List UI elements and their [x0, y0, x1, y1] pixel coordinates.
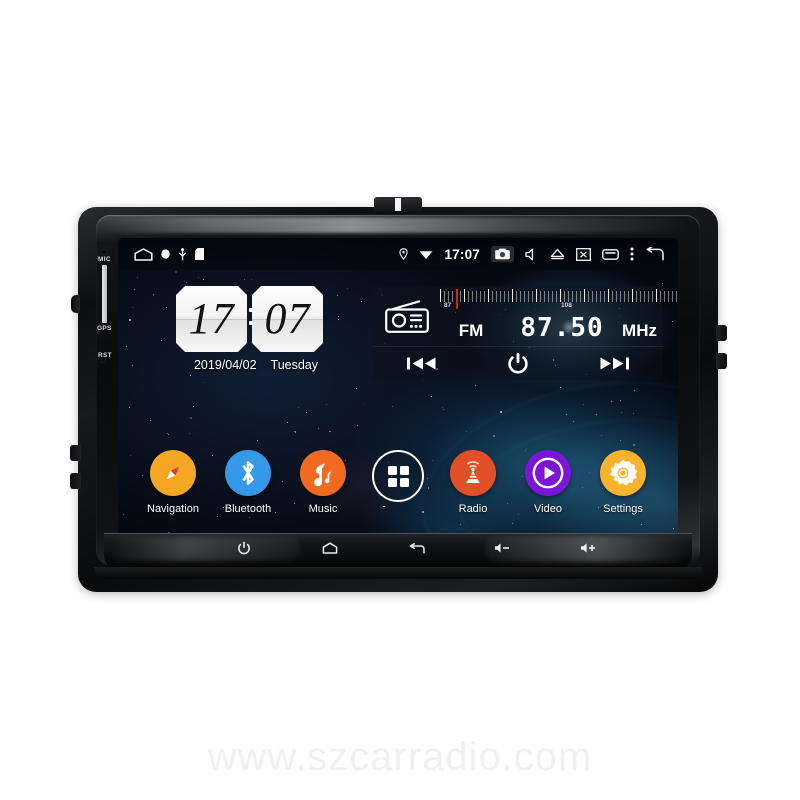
radio-controls [373, 346, 663, 380]
app-label: Video [534, 503, 562, 515]
music-note-icon[interactable] [300, 450, 346, 496]
volume-up-button[interactable] [579, 539, 597, 557]
status-bar-clock: 17:07 [444, 246, 480, 262]
status-bar-right-group: 17:07 [399, 246, 678, 262]
app-music[interactable]: Music [296, 450, 350, 515]
sd-card-slot[interactable] [102, 265, 107, 323]
app-drawer[interactable] [371, 450, 425, 509]
app-bluetooth[interactable]: Bluetooth [221, 450, 275, 515]
sd-card-icon [195, 248, 204, 260]
app-label: Settings [603, 503, 643, 515]
radio-readout: 87 108 FM 87.50 MHz [440, 286, 678, 346]
clock-weekday: Tuesday [270, 358, 319, 372]
back-button[interactable] [407, 539, 425, 557]
app-settings[interactable]: Settings [596, 450, 650, 515]
mute-icon[interactable] [525, 248, 539, 261]
location-dot-icon [161, 248, 170, 260]
radio-widget[interactable]: 87 108 FM 87.50 MHz [373, 286, 678, 380]
next-station-button[interactable] [599, 356, 629, 371]
eject-icon[interactable] [550, 248, 565, 260]
bottom-outer-rim [94, 567, 702, 579]
usb-icon [178, 247, 187, 261]
wifi-icon [419, 249, 433, 260]
left-mounting-clip-1 [70, 445, 81, 461]
volume-down-button[interactable] [493, 539, 511, 557]
clock-date-row: 2019/04/02 Tuesday [176, 358, 336, 372]
tuner-scale-max: 108 [561, 302, 572, 309]
radio-widget-top: 87 108 FM 87.50 MHz [373, 286, 678, 346]
gear-icon[interactable] [600, 450, 646, 496]
bezel-highlight [104, 217, 692, 233]
app-radio[interactable]: Radio [446, 450, 500, 515]
tuner-needle [456, 289, 459, 309]
app-label: Navigation [147, 503, 199, 515]
tuner-scale[interactable]: 87 108 [440, 289, 678, 311]
bottom-button-strip [104, 533, 692, 571]
clock-colon [248, 308, 253, 325]
home-icon[interactable] [134, 247, 153, 261]
top-mounting-clip [374, 197, 422, 211]
app-drawer-icon[interactable] [372, 450, 424, 502]
car-stereo-head-unit: MIC GPS RST 17:07 17 07 2019/04/02 Tuesd… [70, 197, 727, 592]
left-mounting-clip-2 [70, 473, 81, 489]
touchscreen-display[interactable]: 17:07 17 07 2019/04/02 Tuesday 87 108 FM… [118, 238, 678, 536]
clock-date: 2019/04/02 [193, 358, 257, 372]
back-icon[interactable] [645, 247, 664, 261]
screen-off-icon[interactable] [576, 247, 591, 261]
radio-band-label: FM [458, 321, 484, 340]
app-label: Music [308, 503, 338, 515]
camera-icon[interactable] [491, 246, 514, 262]
gps-label: GPS [97, 325, 112, 332]
reset-label: RST [98, 352, 112, 359]
hardware-button-group [104, 533, 692, 563]
clock-minutes: 07 [264, 294, 311, 343]
radio-icon [373, 286, 440, 346]
radio-power-button[interactable] [506, 352, 530, 376]
previous-station-button[interactable] [407, 356, 437, 371]
compass-icon[interactable] [150, 450, 196, 496]
app-video[interactable]: Video [521, 450, 575, 515]
overflow-menu-icon[interactable] [630, 247, 634, 261]
app-shortcut-row: Navigation Bluetooth Music Radio Video S… [118, 450, 678, 515]
gps-pin-icon [399, 248, 409, 260]
tuner-ticks [440, 291, 678, 302]
app-label: Bluetooth [224, 503, 272, 515]
microphone-hole [101, 249, 107, 255]
radio-tower-icon[interactable] [450, 450, 496, 496]
clock-minutes-card: 07 [252, 286, 323, 352]
radio-frequency-unit: MHz [622, 321, 657, 340]
app-drawer-grid [387, 465, 409, 487]
clock-widget[interactable]: 17 07 2019/04/02 Tuesday [176, 286, 336, 372]
flip-clock: 17 07 [176, 286, 336, 352]
recents-icon[interactable] [602, 248, 619, 260]
left-side-nub [71, 295, 80, 313]
power-button[interactable] [235, 539, 253, 557]
home-button[interactable] [321, 539, 339, 557]
site-watermark: www.szcarradio.com [207, 735, 593, 779]
mic-label: MIC [98, 256, 111, 263]
app-navigation[interactable]: Navigation [146, 450, 200, 515]
frequency-row: FM 87.50 MHz [440, 313, 657, 343]
play-icon[interactable] [525, 450, 571, 496]
bluetooth-icon[interactable] [225, 450, 271, 496]
tuner-scale-min: 87 [444, 302, 452, 309]
radio-frequency: 87.50 [520, 313, 604, 343]
clock-hours: 17 [188, 294, 235, 343]
right-mounting-clip-2 [716, 353, 727, 369]
right-mounting-clip-1 [716, 325, 727, 341]
clock-hours-card: 17 [176, 286, 247, 352]
android-status-bar: 17:07 [118, 238, 678, 270]
status-bar-left-group [118, 247, 204, 261]
app-label: Radio [458, 503, 488, 515]
